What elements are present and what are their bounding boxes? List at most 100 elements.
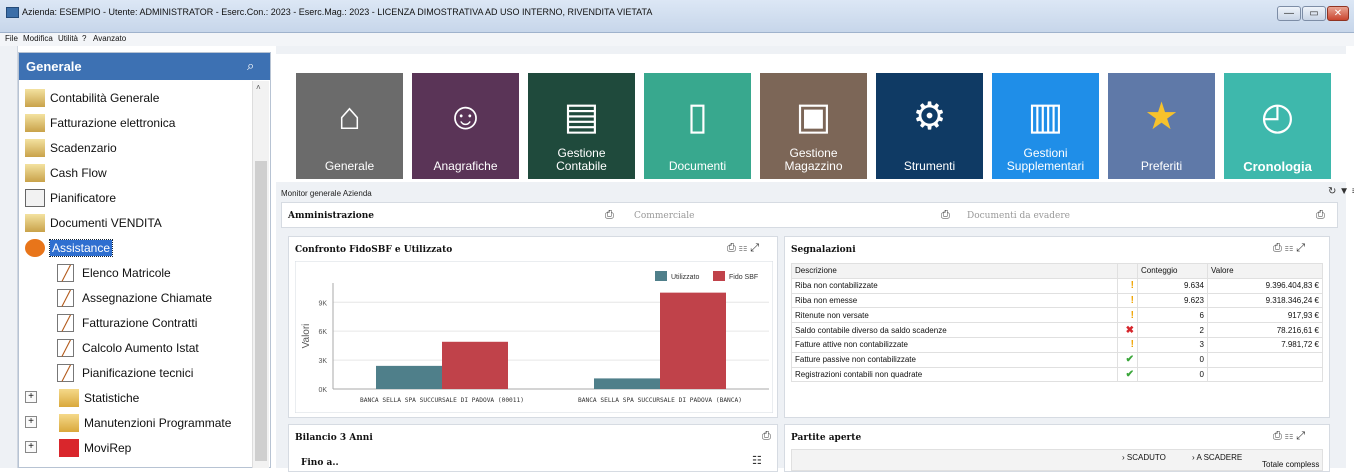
menu-utilita[interactable]: Utilità bbox=[58, 34, 78, 43]
row-count: 3 bbox=[1137, 336, 1208, 353]
expand-icon[interactable]: ⤢ bbox=[1296, 242, 1305, 254]
filter-icon[interactable]: ▼ bbox=[1339, 186, 1349, 197]
settings-icon[interactable]: ☷ bbox=[739, 242, 747, 254]
document-icon: ╱ bbox=[57, 289, 74, 307]
search-icon[interactable]: ⌕ bbox=[247, 58, 254, 74]
menu-file[interactable]: File bbox=[5, 34, 18, 43]
home-icon: ⌂ bbox=[338, 96, 361, 138]
status-icon: ✖ bbox=[1117, 322, 1138, 338]
row-description: Riba non emesse bbox=[791, 292, 1118, 309]
sidebar-title: Generale bbox=[19, 53, 270, 80]
settings-icon[interactable]: ☷ bbox=[1285, 242, 1293, 254]
deadline-icon bbox=[25, 139, 45, 157]
expand-icon[interactable]: + bbox=[25, 391, 37, 403]
column-header[interactable]: › A SCADERE bbox=[1192, 453, 1242, 462]
tile-gestione-magazzino[interactable]: ▣ Gestione Magazzino bbox=[760, 73, 867, 179]
sidebar-item[interactable]: Fatturazione elettronica bbox=[19, 113, 247, 135]
sidebar-item-label: MoviRep bbox=[84, 441, 132, 455]
export-icon[interactable]: ⎙ bbox=[1273, 430, 1282, 442]
row-value: 7.981,72 € bbox=[1207, 336, 1323, 353]
table-row[interactable]: Registrazioni contabili non quadrate ✔ 0 bbox=[791, 366, 1323, 383]
settings-icon[interactable]: ☷ bbox=[1285, 430, 1293, 442]
scroll-up-icon[interactable]: ˄ bbox=[256, 83, 261, 92]
tab-amministrazione[interactable]: Amministrazione bbox=[288, 211, 374, 221]
tile-cronologia[interactable]: ◴ Cronologia bbox=[1224, 73, 1331, 179]
sidebar-item[interactable]: Scadenzario bbox=[19, 138, 247, 160]
tile-preferiti[interactable]: ★ Preferiti bbox=[1108, 73, 1215, 179]
planner-icon bbox=[25, 189, 45, 207]
menu-avanzato[interactable]: Avanzato bbox=[93, 34, 126, 43]
export-icon[interactable]: ⎙ bbox=[1316, 209, 1325, 222]
monitor-label: Monitor generale Azienda bbox=[281, 189, 372, 198]
sidebar-item[interactable]: Assistance bbox=[19, 238, 247, 260]
maximize-button[interactable]: ▭ bbox=[1302, 6, 1326, 21]
y-tick-label: 0K bbox=[318, 387, 327, 394]
export-icon[interactable]: ⎙ bbox=[605, 209, 614, 222]
expand-icon[interactable]: ⤢ bbox=[750, 242, 759, 254]
document-icon: ╱ bbox=[57, 264, 74, 282]
row-count: 9.623 bbox=[1137, 292, 1208, 309]
sidebar-item[interactable]: + MoviRep bbox=[23, 438, 251, 460]
tile-documenti[interactable]: ▯ Documenti bbox=[644, 73, 751, 179]
sidebar-item[interactable]: ╱ Assegnazione Chiamate bbox=[19, 288, 247, 310]
tile-label: Gestione Magazzino bbox=[784, 146, 843, 173]
sidebar-item[interactable]: Contabilità Generale bbox=[19, 88, 247, 110]
tab-commerciale[interactable]: Commerciale bbox=[634, 211, 695, 221]
table-row[interactable]: Saldo contabile diverso da saldo scadenz… bbox=[791, 322, 1323, 338]
sidebar-item[interactable]: + Manutenzioni Programmate bbox=[23, 413, 251, 435]
table-row[interactable]: Ritenute non versate! 6 917,93 € bbox=[791, 307, 1323, 324]
column-header[interactable]: Descrizione bbox=[791, 263, 1118, 279]
chart-panel-title: Confronto FidoSBF e Utilizzato bbox=[295, 245, 453, 255]
bilancio-title: Bilancio 3 Anni bbox=[295, 433, 373, 443]
table-row[interactable]: Fatture passive non contabilizzate ✔ 0 bbox=[791, 351, 1323, 368]
toolbox-icon: ⚙ bbox=[912, 96, 947, 138]
tile-gestione-contabile[interactable]: ▤ Gestione Contabile bbox=[528, 73, 635, 179]
table-row[interactable]: Riba non contabilizzate! 9.634 9.396.404,8… bbox=[791, 277, 1323, 294]
legend-label: Utilizzato bbox=[671, 274, 700, 281]
table-row[interactable]: Riba non emesse! 9.623 9.318.346,24 € bbox=[791, 292, 1323, 309]
export-icon[interactable]: ⎙ bbox=[727, 242, 736, 254]
export-icon[interactable]: ⎙ bbox=[941, 209, 950, 222]
sidebar-item[interactable]: Cash Flow bbox=[19, 163, 247, 185]
sidebar-item[interactable]: Documenti VENDITA bbox=[19, 213, 247, 235]
menu-help[interactable]: ? bbox=[82, 34, 86, 43]
sidebar-item[interactable]: ╱ Elenco Matricole bbox=[19, 263, 247, 285]
y-axis-label: Valori bbox=[301, 324, 312, 349]
sidebar-item[interactable]: ╱ Pianificazione tecnici bbox=[19, 363, 247, 385]
sidebar-item[interactable]: ╱ Fatturazione Contratti bbox=[19, 313, 247, 335]
segnalazioni-table: Descrizione Conteggio Valore Riba non co… bbox=[791, 263, 1323, 383]
y-tick-label: 3K bbox=[318, 358, 327, 365]
sidebar-item[interactable]: + Statistiche bbox=[23, 388, 251, 410]
close-button[interactable]: ✕ bbox=[1327, 6, 1349, 21]
export-icon[interactable]: ⎙ bbox=[1273, 242, 1282, 254]
menu-bar: File Modifica Utilità ? Avanzato bbox=[0, 33, 1354, 46]
column-header[interactable]: Conteggio bbox=[1137, 263, 1208, 279]
row-value bbox=[1207, 351, 1323, 368]
expand-icon[interactable]: + bbox=[25, 441, 37, 453]
sidebar-scrollbar[interactable]: ˄ bbox=[252, 81, 269, 468]
expand-icon[interactable]: + bbox=[25, 416, 37, 428]
column-header[interactable]: Valore bbox=[1207, 263, 1323, 279]
tab-documenti-da-evadere[interactable]: Documenti da evadere bbox=[967, 211, 1070, 221]
tile-generale[interactable]: ⌂ Generale bbox=[296, 73, 403, 179]
minimize-button[interactable]: — bbox=[1277, 6, 1301, 21]
tile-strumenti[interactable]: ⚙ Strumenti bbox=[876, 73, 983, 179]
settings-icon[interactable]: ☷ bbox=[752, 454, 762, 467]
column-header[interactable]: › SCADUTO bbox=[1122, 453, 1166, 462]
expand-icon[interactable]: ⤢ bbox=[1296, 430, 1305, 442]
tile-gestioni-supplementari[interactable]: ▥ Gestioni Supplementari bbox=[992, 73, 1099, 179]
tile-label: Anagrafiche bbox=[433, 159, 498, 173]
scrollbar-thumb[interactable] bbox=[255, 161, 267, 461]
ledger-icon: ▤ bbox=[563, 96, 600, 138]
row-value: 9.318.346,24 € bbox=[1207, 292, 1323, 309]
sidebar-item[interactable]: Pianificatore bbox=[19, 188, 247, 210]
row-count: 2 bbox=[1137, 322, 1208, 338]
table-row[interactable]: Fatture attive non contabilizzate! 3 7.981… bbox=[791, 336, 1323, 353]
status-icon: ! bbox=[1117, 336, 1138, 353]
export-icon[interactable]: ⎙ bbox=[762, 430, 771, 443]
tile-anagrafiche[interactable]: ☺ Anagrafiche bbox=[412, 73, 519, 179]
refresh-icon[interactable]: ↻ bbox=[1328, 186, 1336, 197]
row-value bbox=[1207, 366, 1323, 383]
menu-modifica[interactable]: Modifica bbox=[23, 34, 53, 43]
sidebar-item[interactable]: ╱ Calcolo Aumento Istat bbox=[19, 338, 247, 360]
